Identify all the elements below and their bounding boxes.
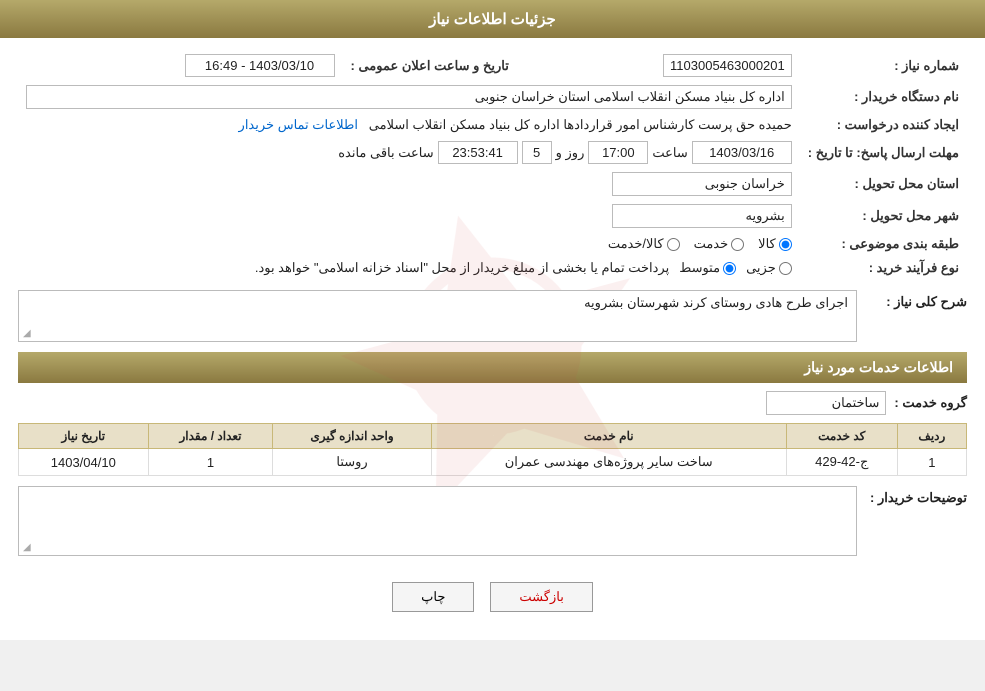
mohlat-rooz-box: 5 bbox=[522, 141, 552, 164]
ijad-konande-link[interactable]: اطلاعات تماس خریدار bbox=[239, 117, 358, 132]
mohlat-rooz-label: روز و bbox=[556, 145, 585, 161]
cell-tarikh: 1403/04/10 bbox=[19, 449, 149, 476]
tabaqe-kala-radio[interactable] bbox=[779, 238, 792, 251]
shahr-box: بشرویه bbox=[612, 204, 792, 228]
tarikh-elan-label: تاریخ و ساعت اعلان عمومی : bbox=[343, 50, 517, 81]
nooe-motevaset[interactable]: متوسط bbox=[679, 260, 736, 276]
mohlat-time-box: 17:00 bbox=[588, 141, 648, 164]
sharh-label: شرح کلی نیاز : bbox=[867, 290, 967, 310]
col-radif: ردیف bbox=[897, 424, 966, 449]
toseeh-resize: ◢ bbox=[23, 542, 31, 553]
col-nam: نام خدمت bbox=[431, 424, 786, 449]
grohe-khadamat-label: گروه خدمت : bbox=[894, 395, 967, 411]
resize-indicator: ◢ bbox=[23, 328, 31, 339]
tabaqe-kala-khadamat[interactable]: کالا/خدمت bbox=[608, 236, 680, 252]
mohlat-time-label: ساعت bbox=[652, 145, 687, 161]
shomara-niaz-label: شماره نیاز : bbox=[800, 50, 967, 81]
tabaqe-kala-khadamat-label: کالا/خدمت bbox=[608, 236, 664, 252]
col-tedad: تعداد / مقدار bbox=[148, 424, 273, 449]
bottom-buttons: بازگشت چاپ bbox=[18, 568, 967, 628]
nam-dastgah-value: اداره کل بنیاد مسکن انقلاب اسلامی استان … bbox=[18, 81, 800, 113]
grohe-khadamat-box: ساختمان bbox=[766, 391, 886, 415]
nooe-jozi[interactable]: جزیی bbox=[746, 260, 792, 276]
nooe-farayand-text: پرداخت تمام یا بخشی از مبلغ خریدار از مح… bbox=[255, 260, 669, 276]
tabaqe-kala-khadamat-radio[interactable] bbox=[667, 238, 680, 251]
chap-button[interactable]: چاپ bbox=[392, 582, 474, 612]
cell-vahed: روستا bbox=[273, 449, 431, 476]
tarikh-elan-value: 1403/03/10 - 16:49 bbox=[18, 50, 343, 81]
tarikh-elan-box: 1403/03/10 - 16:49 bbox=[185, 54, 335, 77]
nooe-motevaset-radio[interactable] bbox=[723, 262, 736, 275]
col-tarikh: تاریخ نیاز bbox=[19, 424, 149, 449]
col-vahed: واحد اندازه گیری bbox=[273, 424, 431, 449]
ijad-konande-text: حمیده حق پرست کارشناس امور قراردادها ادا… bbox=[369, 117, 792, 132]
tabaqe-options: کالا خدمت کالا/خدمت bbox=[18, 232, 800, 256]
ostan-label: استان محل تحویل : bbox=[800, 168, 967, 200]
services-table: ردیف کد خدمت نام خدمت واحد اندازه گیری ت… bbox=[18, 423, 967, 476]
toseeh-label: توضیحات خریدار : bbox=[867, 486, 967, 506]
shomara-niaz-value: 1103005463000201 bbox=[517, 50, 800, 81]
mohlat-date-box: 1403/03/16 bbox=[692, 141, 792, 164]
bazgasht-button[interactable]: بازگشت bbox=[490, 582, 592, 612]
tabaqe-kala-label: کالا bbox=[758, 236, 776, 252]
cell-nam: ساخت سایر پروژه‌های مهندسی عمران bbox=[431, 449, 786, 476]
cell-tedad: 1 bbox=[148, 449, 273, 476]
mohlat-baqi-box: 23:53:41 bbox=[438, 141, 518, 164]
ijad-konande-value: حمیده حق پرست کارشناس امور قراردادها ادا… bbox=[18, 113, 800, 137]
mohlat-baqi-label: ساعت باقی مانده bbox=[338, 145, 433, 161]
info-table: شماره نیاز : 1103005463000201 تاریخ و سا… bbox=[18, 50, 967, 280]
nam-dastgah-box: اداره کل بنیاد مسکن انقلاب اسلامی استان … bbox=[26, 85, 792, 109]
nam-dastgah-label: نام دستگاه خریدار : bbox=[800, 81, 967, 113]
shomara-niaz-box: 1103005463000201 bbox=[663, 54, 792, 77]
nooe-farayand-row: جزیی متوسط پرداخت تمام یا بخشی از مبلغ خ… bbox=[18, 256, 800, 280]
mohlat-label: مهلت ارسال پاسخ: تا تاریخ : bbox=[800, 137, 967, 168]
nooe-farayand-label: نوع فرآیند خرید : bbox=[800, 256, 967, 280]
cell-radif: 1 bbox=[897, 449, 966, 476]
page-header: جزئیات اطلاعات نیاز bbox=[0, 0, 985, 38]
shahr-value: بشرویه bbox=[18, 200, 800, 232]
tabaqe-khadamat[interactable]: خدمت bbox=[694, 236, 745, 252]
tabaqe-kala[interactable]: کالا bbox=[758, 236, 792, 252]
sharh-value: اجرای طرح هادی روستای کرند شهرستان بشروی… bbox=[584, 295, 848, 310]
tabaqe-khadamat-label: خدمت bbox=[694, 236, 729, 252]
tabaqe-label: طبقه بندی موضوعی : bbox=[800, 232, 967, 256]
cell-kod: ج-42-429 bbox=[786, 449, 897, 476]
ostan-box: خراسان جنوبی bbox=[612, 172, 792, 196]
sharh-box: اجرای طرح هادی روستای کرند شهرستان بشروی… bbox=[18, 290, 857, 342]
mohlat-row: 1403/03/16 ساعت 17:00 روز و 5 23:53:41 س… bbox=[18, 137, 800, 168]
toseeh-box: ◢ bbox=[18, 486, 857, 556]
grohe-row: گروه خدمت : ساختمان bbox=[18, 391, 967, 415]
khadamat-section-title: اطلاعات خدمات مورد نیاز bbox=[18, 352, 967, 383]
nooe-jozi-radio[interactable] bbox=[779, 262, 792, 275]
table-row: 1ج-42-429ساخت سایر پروژه‌های مهندسی عمرا… bbox=[19, 449, 967, 476]
ijad-konande-label: ایجاد کننده درخواست : bbox=[800, 113, 967, 137]
col-kod: کد خدمت bbox=[786, 424, 897, 449]
tabaqe-khadamat-radio[interactable] bbox=[731, 238, 744, 251]
page-title: جزئیات اطلاعات نیاز bbox=[429, 11, 556, 28]
nooe-jozi-label: جزیی bbox=[746, 260, 776, 276]
nooe-motevaset-label: متوسط bbox=[679, 260, 720, 276]
shahr-label: شهر محل تحویل : bbox=[800, 200, 967, 232]
ostan-value: خراسان جنوبی bbox=[18, 168, 800, 200]
